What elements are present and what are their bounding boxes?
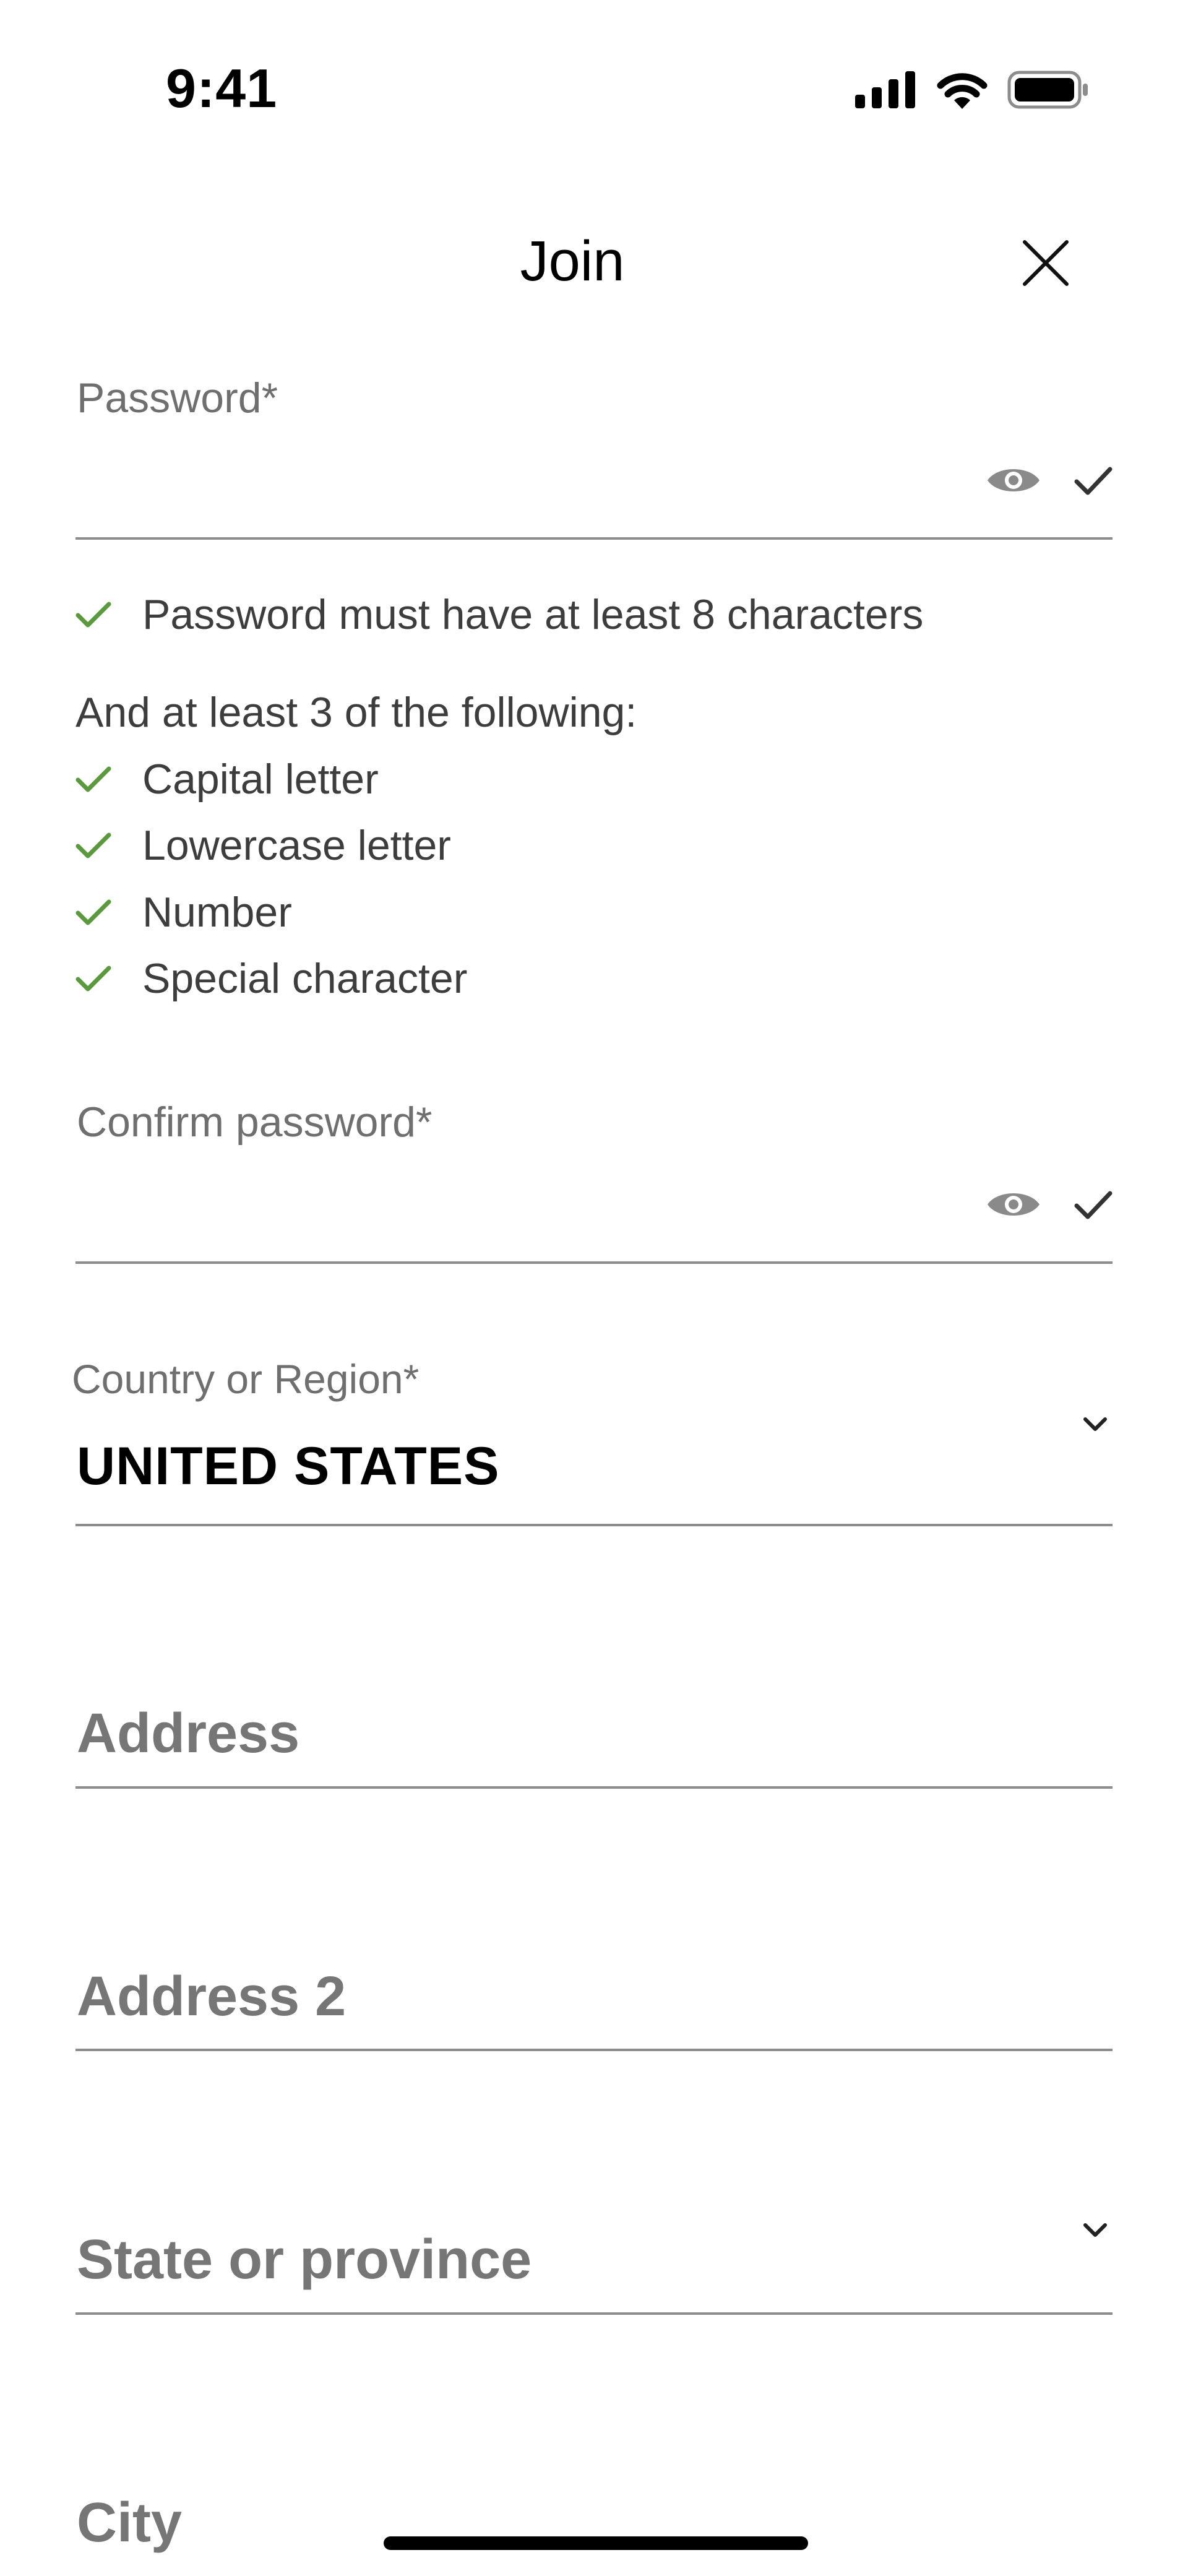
confirm-password-label: Confirm password* — [77, 1099, 433, 1146]
signal-icon — [855, 71, 915, 108]
country-select[interactable]: Country or Region* UNITED STATES — [72, 1355, 1117, 1529]
close-icon — [1023, 240, 1069, 286]
address2-input[interactable]: Address 2 — [75, 1934, 1113, 2033]
country-label: Country or Region* — [72, 1356, 420, 1402]
confirm-password-visibility-toggle[interactable] — [986, 1186, 1042, 1225]
confirm-password-underline — [75, 1261, 1113, 1264]
eye-icon — [988, 469, 1040, 491]
eye-icon — [988, 1193, 1040, 1216]
status-time: 9:41 — [166, 58, 278, 119]
confirm-password-input[interactable] — [75, 1170, 942, 1244]
requirement-min-length: Password must have at least 8 characters — [75, 590, 923, 639]
requirement-label: Lowercase letter — [142, 822, 451, 869]
country-value: UNITED STATES — [77, 1437, 500, 1496]
address2-underline — [75, 2049, 1113, 2051]
requirement-label: Password must have at least 8 characters — [142, 591, 924, 638]
requirements-intro: And at least 3 of the following: — [75, 689, 637, 736]
password-valid-check-icon — [1074, 467, 1113, 495]
wifi-icon — [937, 73, 988, 109]
home-indicator — [384, 2536, 808, 2550]
chevron-down-icon — [1083, 1417, 1107, 1431]
state-select[interactable]: State or province — [75, 2197, 1113, 2296]
green-check-icon — [75, 899, 111, 925]
requirement-label: Special character — [142, 955, 468, 1002]
state-placeholder: State or province — [77, 2229, 532, 2291]
close-button[interactable] — [1015, 232, 1077, 294]
green-check-icon — [75, 602, 111, 628]
address2-placeholder: Address 2 — [77, 1966, 346, 2028]
password-visibility-toggle[interactable] — [986, 462, 1042, 501]
battery-icon — [1007, 71, 1088, 109]
address-input[interactable]: Address — [75, 1671, 1113, 1770]
city-placeholder: City — [77, 2492, 183, 2554]
state-underline — [75, 2312, 1113, 2315]
green-check-icon — [75, 832, 111, 858]
requirement-label: Number — [142, 889, 292, 936]
chevron-down-icon — [1083, 2223, 1107, 2237]
address-underline — [75, 1786, 1113, 1789]
requirement-special: Special character — [75, 954, 467, 1003]
requirement-lowercase: Lowercase letter — [75, 821, 451, 870]
page-title: Join — [520, 230, 625, 293]
green-check-icon — [75, 966, 111, 992]
address-placeholder: Address — [77, 1703, 300, 1765]
password-label: Password* — [77, 374, 278, 421]
confirm-password-valid-check-icon — [1074, 1191, 1113, 1219]
password-underline — [75, 537, 1113, 540]
status-icons — [855, 68, 1089, 111]
requirement-capital: Capital letter — [75, 755, 379, 803]
green-check-icon — [75, 766, 111, 792]
requirement-number: Number — [75, 888, 292, 936]
password-input[interactable] — [75, 446, 942, 520]
requirement-label: Capital letter — [142, 756, 379, 803]
country-underline — [75, 1524, 1113, 1526]
